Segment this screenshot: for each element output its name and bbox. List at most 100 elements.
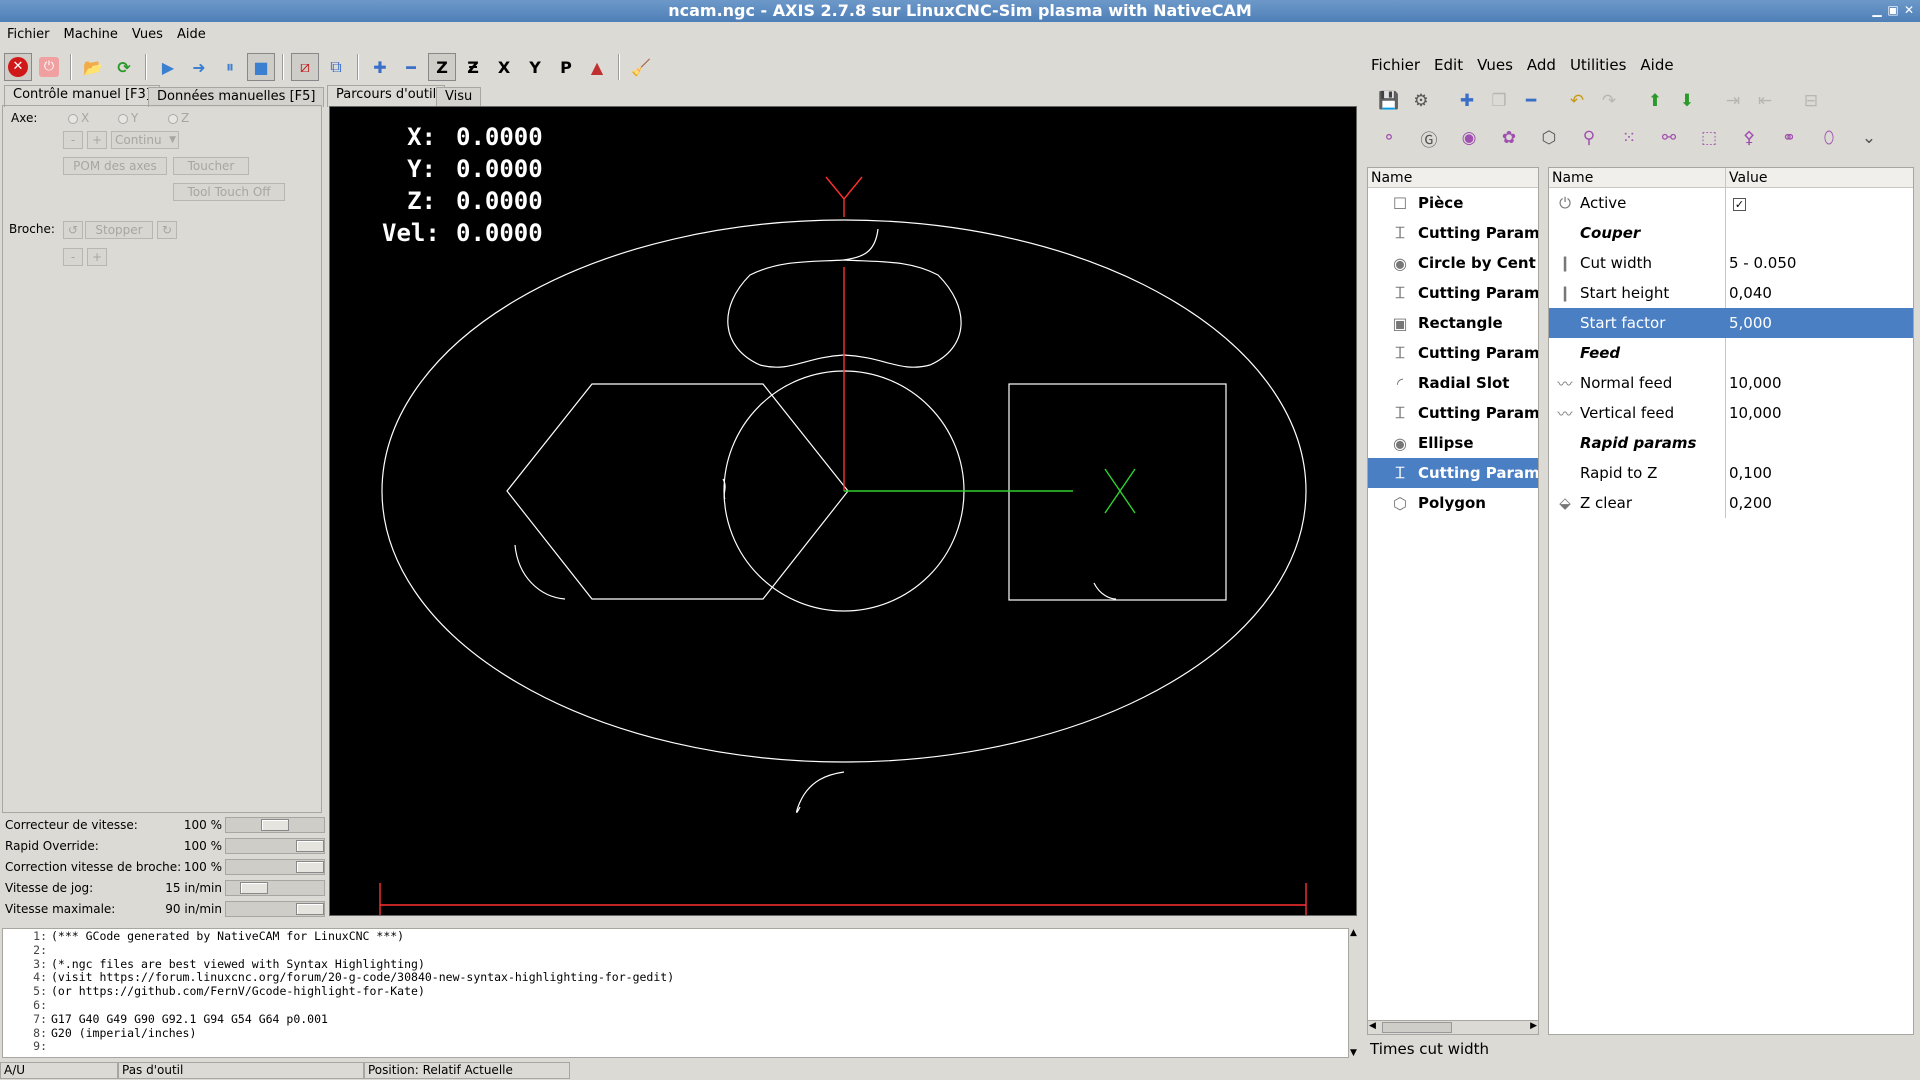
- tree-hscrollbar[interactable]: ◀ ▶: [1367, 1020, 1539, 1035]
- ellipse-icon[interactable]: ⬯: [1816, 125, 1842, 151]
- pause-button[interactable]: ⏸: [216, 53, 244, 81]
- home-axes-button[interactable]: POM des axes: [63, 157, 167, 175]
- g-code-icon[interactable]: Ⓖ: [1416, 125, 1442, 151]
- view-z2-button[interactable]: Ƶ: [459, 53, 487, 81]
- step-button[interactable]: ➜: [185, 53, 213, 81]
- property-value[interactable]: 5,000: [1729, 314, 1772, 332]
- property-row[interactable]: ❙ Cut width 5 - 0.050: [1549, 248, 1913, 278]
- slider-thumb[interactable]: [296, 903, 324, 915]
- tree-item[interactable]: ⬡ Polygon: [1368, 488, 1538, 518]
- property-row[interactable]: ⬙ Z clear 0,200: [1549, 488, 1913, 518]
- slot-icon[interactable]: ⚯: [1656, 125, 1682, 151]
- scroll-up-icon[interactable]: ▲: [1350, 928, 1357, 938]
- tree-item[interactable]: ◉ Ellipse: [1368, 428, 1538, 458]
- menu-vues[interactable]: Vues: [125, 27, 170, 42]
- property-row[interactable]: 〰 Vertical feed 10,000: [1549, 398, 1913, 428]
- duplicate-icon[interactable]: ❐: [1486, 88, 1512, 114]
- chevron-down-icon[interactable]: ⌄: [1856, 125, 1882, 151]
- jog-plus-button[interactable]: +: [87, 131, 107, 149]
- settings-icon[interactable]: ⚙: [1408, 88, 1434, 114]
- property-row[interactable]: 〰 Normal feed 10,000: [1549, 368, 1913, 398]
- menu-aide[interactable]: Aide: [170, 27, 213, 42]
- spindle-plus-button[interactable]: +: [87, 248, 107, 266]
- property-value[interactable]: 0,100: [1729, 464, 1772, 482]
- spindle-cw-button[interactable]: ↻: [157, 221, 177, 239]
- ncam-menu-aide[interactable]: Aide: [1633, 56, 1680, 74]
- tree-item[interactable]: ⌶ Cutting Param: [1368, 338, 1538, 368]
- rotate-view-button[interactable]: ▲: [583, 53, 611, 81]
- ncam-menu-edit[interactable]: Edit: [1427, 56, 1470, 74]
- gcode-line[interactable]: 8: G20 (imperial/inches): [3, 1026, 1357, 1041]
- tree-item[interactable]: ⌶ Cutting Param: [1368, 398, 1538, 428]
- grid-icon[interactable]: ⁙: [1616, 125, 1642, 151]
- indent-icon[interactable]: ⇥: [1720, 88, 1746, 114]
- window-titlebar[interactable]: ncam.ngc - AXIS 2.7.8 sur LinuxCNC-Sim p…: [0, 0, 1920, 22]
- gcode-line[interactable]: 7: G17 G40 G49 G90 G92.1 G94 G54 G64 p0.0…: [3, 1012, 1357, 1027]
- spindle-stop-button[interactable]: Stopper: [85, 221, 153, 239]
- tree-item[interactable]: ⌶ Cutting Param: [1368, 218, 1538, 248]
- path-icon[interactable]: ⚭: [1776, 125, 1802, 151]
- props-header-value[interactable]: Value: [1725, 168, 1767, 188]
- slider-track[interactable]: [225, 901, 325, 917]
- view-z-button[interactable]: Z: [428, 53, 456, 81]
- tree-item[interactable]: ◉ Circle by Cent: [1368, 248, 1538, 278]
- property-row[interactable]: ⏻ Active ✓: [1549, 188, 1913, 218]
- minimize-icon[interactable]: ▁: [1870, 3, 1884, 17]
- feature-tree[interactable]: Name ☐ Pièce ⌶ Cutting Param ◉ Circle by Cent…: [1367, 167, 1539, 1035]
- menu-machine[interactable]: Machine: [57, 27, 125, 42]
- probe-icon[interactable]: ⚲: [1576, 125, 1602, 151]
- tab-mdi[interactable]: Données manuelles [F5]: [148, 87, 325, 107]
- ncam-menu-vues[interactable]: Vues: [1470, 56, 1520, 74]
- tree-item[interactable]: ☐ Pièce: [1368, 188, 1538, 218]
- tree-header[interactable]: Name: [1368, 168, 1538, 188]
- slider-track[interactable]: [225, 880, 325, 896]
- zoom-in-button[interactable]: ✚: [366, 53, 394, 81]
- ncam-menu-add[interactable]: Add: [1520, 56, 1563, 74]
- machine-power-button[interactable]: ⏻: [35, 53, 63, 81]
- run-button[interactable]: ▶: [154, 53, 182, 81]
- slider-thumb[interactable]: [240, 882, 268, 894]
- bolt-circle-icon[interactable]: ✿: [1496, 125, 1522, 151]
- scroll-thumb[interactable]: [1382, 1022, 1452, 1033]
- tree-item[interactable]: ◜ Radial Slot: [1368, 368, 1538, 398]
- maximize-icon[interactable]: ▣: [1886, 3, 1900, 17]
- block-delete-button[interactable]: ⧄: [291, 53, 319, 81]
- property-value[interactable]: 10,000: [1729, 404, 1782, 422]
- axis-radio-x[interactable]: X: [68, 111, 89, 125]
- spindle-minus-button[interactable]: -: [63, 248, 83, 266]
- touch-off-button[interactable]: Toucher: [173, 157, 249, 175]
- gcode-line[interactable]: 3: (*.ngc files are best viewed with Synt…: [3, 957, 1357, 972]
- move-up-icon[interactable]: ⬆: [1642, 88, 1668, 114]
- scroll-right-icon[interactable]: ▶: [1530, 1021, 1537, 1031]
- tab-toolpath[interactable]: Parcours d'outil: [327, 85, 446, 107]
- jog-minus-button[interactable]: -: [63, 131, 83, 149]
- outdent-icon[interactable]: ⇤: [1752, 88, 1778, 114]
- axis-radio-z[interactable]: Z: [168, 111, 189, 125]
- slider-thumb[interactable]: [261, 819, 289, 831]
- circle-icon[interactable]: ◉: [1456, 125, 1482, 151]
- close-window-icon[interactable]: ✕: [1902, 3, 1916, 17]
- spindle-ccw-button[interactable]: ↺: [63, 221, 83, 239]
- clear-plot-button[interactable]: 🧹: [627, 53, 655, 81]
- property-value[interactable]: 0,040: [1729, 284, 1772, 302]
- undo-icon[interactable]: ↶: [1564, 88, 1590, 114]
- open-file-button[interactable]: 📂: [79, 53, 107, 81]
- jog-mode-select[interactable]: Continu ▼: [111, 131, 179, 149]
- drill-icon[interactable]: ⚴: [1736, 125, 1762, 151]
- gcode-line[interactable]: 9:: [3, 1040, 1357, 1054]
- axis-radio-y[interactable]: Y: [118, 111, 138, 125]
- add-icon[interactable]: ✚: [1454, 88, 1480, 114]
- remove-icon[interactable]: ━: [1518, 88, 1544, 114]
- tree-item[interactable]: ⌶ Cutting Param: [1368, 278, 1538, 308]
- collapse-icon[interactable]: ⊟: [1798, 88, 1824, 114]
- optional-stop-button[interactable]: ⧉: [322, 53, 350, 81]
- tab-manual-control[interactable]: Contrôle manuel [F3]: [4, 85, 160, 107]
- property-grid[interactable]: Name Value ⏻ Active ✓ Couper ❙ Cut width 5 - 0…: [1548, 167, 1914, 1035]
- toolpath-canvas[interactable]: X: 0.0000 Y: 0.0000 Z: 0.0000 Vel: 0.0000: [329, 106, 1357, 916]
- tree-item[interactable]: ▣ Rectangle: [1368, 308, 1538, 338]
- redo-icon[interactable]: ↷: [1596, 88, 1622, 114]
- polygon-icon[interactable]: ⬡: [1536, 125, 1562, 151]
- reload-button[interactable]: ⟳: [110, 53, 138, 81]
- view-y-button[interactable]: Y: [521, 53, 549, 81]
- tree-item[interactable]: ⌶ Cutting Param: [1368, 458, 1538, 488]
